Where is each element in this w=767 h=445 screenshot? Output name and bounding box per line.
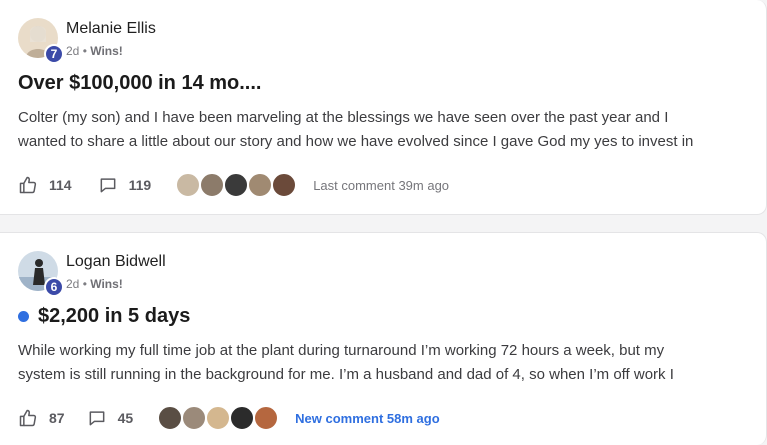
post-category[interactable]: Wins!: [90, 277, 123, 291]
author-name[interactable]: Logan Bidwell: [66, 253, 166, 271]
post-actions: 87 45 New comment 58m ago: [18, 405, 440, 431]
post-title-text: $2,200 in 5 days: [38, 305, 191, 327]
post-card[interactable]: 7 Melanie Ellis 2d • Wins! Over $100,000…: [0, 0, 767, 215]
level-badge: 6: [44, 277, 64, 297]
post-body[interactable]: While working my full time job at the pl…: [18, 339, 748, 387]
post-body-line: While working my full time job at the pl…: [18, 342, 665, 359]
comment-count: 119: [128, 177, 152, 193]
post-body[interactable]: Colter (my son) and I have been marvelin…: [18, 106, 748, 154]
commenter-avatar[interactable]: [223, 172, 250, 198]
author-avatar[interactable]: 6: [18, 251, 64, 297]
thumbs-up-icon: [19, 409, 37, 427]
thumbs-up-icon: [19, 176, 37, 194]
post-title[interactable]: $2,200 in 5 days: [18, 305, 190, 328]
comment-bubble-icon: [100, 178, 116, 193]
commenter-avatar[interactable]: [175, 172, 202, 198]
new-comment-status[interactable]: New comment 58m ago: [295, 411, 440, 426]
commenter-avatar[interactable]: [199, 172, 226, 198]
author-avatar[interactable]: 7: [18, 18, 64, 64]
like-button[interactable]: 114: [18, 175, 72, 195]
comment-button[interactable]: 45: [87, 408, 134, 428]
post-age: 2d: [66, 44, 80, 58]
author-name[interactable]: Melanie Ellis: [66, 20, 156, 38]
like-count: 87: [49, 410, 65, 426]
post-body-line: system is still running in the backgroun…: [18, 366, 674, 383]
commenter-avatar[interactable]: [181, 405, 208, 431]
post-category[interactable]: Wins!: [90, 44, 123, 58]
recent-commenters: [175, 172, 298, 198]
comment-count: 45: [117, 410, 134, 426]
commenter-avatar[interactable]: [271, 172, 298, 198]
unread-indicator: [18, 311, 29, 322]
post-body-line: wanted to share a little about our story…: [18, 133, 694, 150]
post-card[interactable]: 6 Logan Bidwell 2d • Wins! $2,200 in 5 d…: [0, 232, 767, 445]
commenter-avatar[interactable]: [157, 405, 184, 431]
post-body-line: Colter (my son) and I have been marvelin…: [18, 109, 669, 126]
like-count: 114: [49, 177, 72, 193]
comment-bubble-icon: [89, 411, 104, 426]
commenter-avatar[interactable]: [229, 405, 256, 431]
post-meta: 2d • Wins!: [66, 277, 123, 291]
post-meta: 2d • Wins!: [66, 44, 123, 58]
comment-button[interactable]: 119: [98, 175, 152, 195]
post-title[interactable]: Over $100,000 in 14 mo....: [18, 72, 261, 95]
meta-separator: •: [82, 277, 87, 291]
post-age: 2d: [66, 277, 80, 291]
post-actions: 114 119 Last comment 39m ago: [18, 172, 449, 198]
meta-separator: •: [82, 44, 87, 58]
commenter-avatar[interactable]: [205, 405, 232, 431]
level-badge: 7: [44, 44, 64, 64]
recent-commenters: [157, 405, 280, 431]
post-title-text: Over $100,000 in 14 mo....: [18, 72, 262, 94]
commenter-avatar[interactable]: [253, 405, 280, 431]
last-comment-status: Last comment 39m ago: [313, 177, 450, 193]
like-button[interactable]: 87: [18, 408, 65, 428]
commenter-avatar[interactable]: [247, 172, 274, 198]
